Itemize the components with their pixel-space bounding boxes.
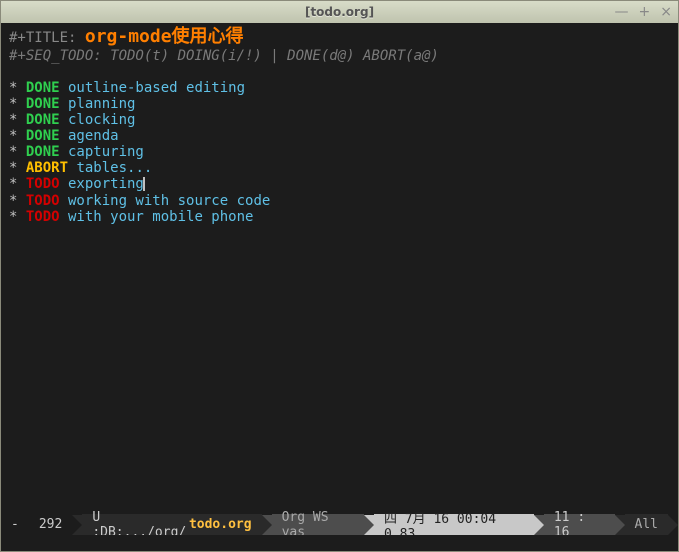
todo-state: DONE — [26, 128, 60, 144]
heading-text: working with source code — [60, 193, 271, 209]
ml-file-path: U :DB:.../org/todo.org — [82, 514, 261, 535]
heading-star: * — [9, 80, 26, 96]
ml-buffer-size: 292 — [29, 514, 72, 535]
separator-icon — [72, 515, 82, 535]
ml-major-mode: Org WS yas — [272, 514, 364, 535]
heading-text: capturing — [60, 144, 144, 160]
heading-text: outline-based editing — [60, 80, 245, 96]
ml-cursor-position: 11 : 16 — [544, 514, 615, 535]
org-heading[interactable]: * DONE agenda — [9, 128, 670, 144]
org-heading[interactable]: * DONE capturing — [9, 144, 670, 160]
separator-icon — [262, 515, 272, 535]
separator-icon — [364, 515, 374, 535]
todo-state: DONE — [26, 80, 60, 96]
emacs-window: [todo.org] — + × #+TITLE: org-mode使用心得#+… — [0, 0, 679, 552]
org-heading[interactable]: * TODO working with source code — [9, 193, 670, 209]
org-heading[interactable]: * TODO with your mobile phone — [9, 209, 670, 225]
separator-icon — [534, 515, 544, 535]
separator-icon — [668, 515, 678, 535]
org-heading[interactable]: * DONE planning — [9, 96, 670, 112]
maximize-button[interactable]: + — [639, 5, 651, 19]
editor-buffer[interactable]: #+TITLE: org-mode使用心得#+SEQ_TODO: TODO(t)… — [1, 23, 678, 514]
heading-star: * — [9, 193, 26, 209]
org-heading[interactable]: * TODO exporting — [9, 176, 670, 192]
separator-icon — [615, 515, 625, 535]
todo-state: DONE — [26, 112, 60, 128]
minimize-button[interactable]: — — [615, 5, 629, 19]
ml-datetime: 四 7月 16 00:04 0.83 — [374, 514, 534, 535]
blank-line[interactable] — [9, 64, 670, 80]
todo-state: TODO — [26, 176, 60, 192]
org-heading[interactable]: * DONE outline-based editing — [9, 80, 670, 96]
window-controls: — + × — [615, 1, 672, 23]
heading-star: * — [9, 96, 26, 112]
todo-state: TODO — [26, 193, 60, 209]
minibuffer[interactable] — [1, 535, 678, 551]
heading-text: clocking — [60, 112, 136, 128]
heading-text: tables... — [68, 160, 152, 176]
todo-state: DONE — [26, 144, 60, 160]
heading-text: with your mobile phone — [60, 209, 254, 225]
org-heading[interactable]: * DONE clocking — [9, 112, 670, 128]
heading-star: * — [9, 144, 26, 160]
text-cursor — [143, 177, 145, 191]
window-title: [todo.org] — [305, 5, 374, 19]
org-title-line[interactable]: #+TITLE: org-mode使用心得 — [9, 27, 670, 48]
window-titlebar[interactable]: [todo.org] — + × — [1, 1, 678, 23]
heading-star: * — [9, 176, 26, 192]
ml-flags: - — [1, 514, 29, 535]
heading-star: * — [9, 209, 26, 225]
heading-star: * — [9, 112, 26, 128]
heading-text: agenda — [60, 128, 119, 144]
ml-scroll-percent: All — [625, 514, 668, 535]
mode-line[interactable]: - 292 U :DB:.../org/todo.org Org WS yas … — [1, 514, 678, 535]
heading-star: * — [9, 128, 26, 144]
ml-filename: todo.org — [189, 517, 252, 532]
heading-text: exporting — [60, 176, 144, 192]
close-button[interactable]: × — [660, 5, 672, 19]
org-seq-todo-line[interactable]: #+SEQ_TODO: TODO(t) DOING(i/!) | DONE(d@… — [9, 48, 670, 64]
org-heading[interactable]: * ABORT tables... — [9, 160, 670, 176]
heading-text: planning — [60, 96, 136, 112]
todo-state: TODO — [26, 209, 60, 225]
todo-state: DONE — [26, 96, 60, 112]
todo-state: ABORT — [26, 160, 68, 176]
heading-star: * — [9, 160, 26, 176]
